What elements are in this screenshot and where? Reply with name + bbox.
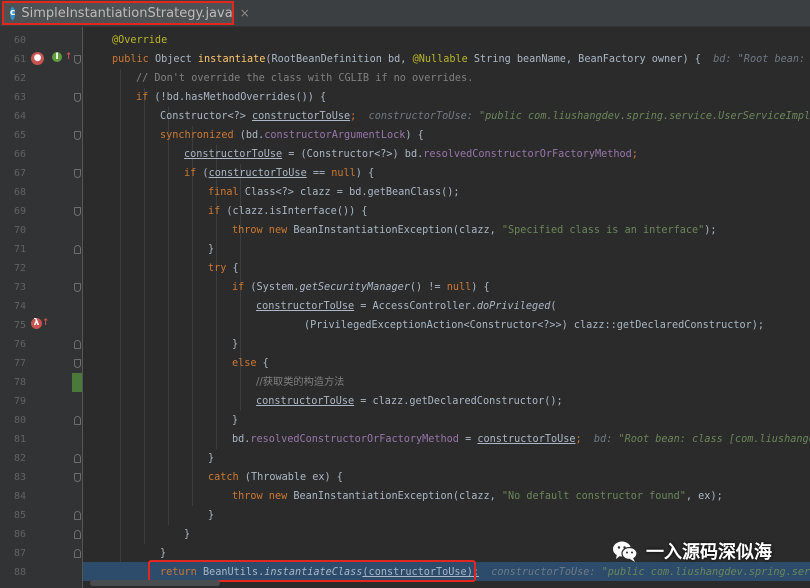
indent-guide <box>144 88 145 544</box>
line-number[interactable]: 62 <box>0 69 26 88</box>
line-number[interactable]: 65 <box>0 126 26 145</box>
line-number[interactable]: 66 <box>0 145 26 164</box>
fold-end-icon[interactable] <box>74 454 81 463</box>
line-number[interactable]: 85 <box>0 506 26 525</box>
code-line-68: final Class<?> clazz = bd.getBeanClass()… <box>208 187 460 198</box>
line-number[interactable]: 81 <box>0 430 26 449</box>
fold-start-icon[interactable] <box>74 207 81 216</box>
line-number[interactable]: 63 <box>0 88 26 107</box>
code-line-83: catch (Throwable ex) { <box>208 472 343 483</box>
implements-icon[interactable]: I <box>52 52 62 62</box>
fold-start-icon[interactable] <box>74 55 81 64</box>
indent-guide <box>120 69 121 563</box>
fold-end-icon[interactable] <box>74 416 81 425</box>
code-line-76: } <box>232 339 239 350</box>
code-line-86: } <box>184 529 191 540</box>
fold-end-icon[interactable] <box>74 549 81 558</box>
line-number[interactable]: 82 <box>0 449 26 468</box>
debug-inline-value: constructorToUse: <box>491 567 602 578</box>
code-line-75: (PrivilegedExceptionAction<Constructor<?… <box>304 320 765 331</box>
indent-guide <box>192 126 193 506</box>
code-line-70: throw new BeanInstantiationException(cla… <box>232 225 717 236</box>
code-line-73: if (System.getSecurityManager() != null)… <box>232 282 490 293</box>
code-line-67: if (constructorToUse == null) { <box>184 168 375 179</box>
tab-simple-instantiation-strategy[interactable]: c SimpleInstantiationStrategy.java × <box>2 1 250 25</box>
line-number[interactable]: 83 <box>0 468 26 487</box>
horizontal-scrollbar[interactable] <box>90 580 220 586</box>
line-number[interactable]: 88 <box>0 563 26 582</box>
debug-inline-value: bd: <box>593 434 619 445</box>
code-line-80: } <box>232 415 239 426</box>
override-up-arrow-icon[interactable]: ↑ <box>40 318 51 329</box>
line-number[interactable]: 86 <box>0 525 26 544</box>
highlight-box-return <box>148 560 476 582</box>
code-line-69: if (clazz.isInterface()) { <box>208 206 368 217</box>
line-number[interactable]: 78 <box>0 373 26 392</box>
code-line-63: if (!bd.hasMethodOverrides()) { <box>136 92 327 103</box>
code-line-62: // Don't override the class with CGLIB i… <box>136 73 474 84</box>
vcs-change-marker[interactable] <box>72 373 82 392</box>
line-number[interactable]: 75 <box>0 316 26 335</box>
code-line-77: else { <box>232 358 269 369</box>
line-number[interactable]: 77 <box>0 354 26 373</box>
line-number[interactable]: 67 <box>0 164 26 183</box>
tab-title: SimpleInstantiationStrategy.java <box>21 5 233 21</box>
code-line-79: constructorToUse = clazz.getDeclaredCons… <box>256 396 563 407</box>
code-line-66: constructorToUse = (Constructor<?>) bd.r… <box>184 149 638 160</box>
line-number[interactable]: 80 <box>0 411 26 430</box>
code-line-72: try { <box>208 263 239 274</box>
fold-start-icon[interactable] <box>74 359 81 368</box>
fold-end-icon[interactable] <box>74 245 81 254</box>
line-number[interactable]: 74 <box>0 297 26 316</box>
java-class-icon: c <box>10 6 16 20</box>
code-line-74: constructorToUse = AccessController.doPr… <box>256 301 557 312</box>
line-number[interactable]: 71 <box>0 240 26 259</box>
watermark: 一入源码深似海 <box>612 538 772 564</box>
indent-guide <box>168 107 169 525</box>
code-line-78: //获取类的构造方法 <box>256 377 345 388</box>
method-name: instantiate <box>197 54 266 65</box>
line-number[interactable]: 70 <box>0 221 26 240</box>
debug-inline-value: bd: "Root bean: cl <box>713 54 806 65</box>
code-line-84: throw new BeanInstantiationException(cla… <box>232 491 723 502</box>
code-line-61: public Object instantiate(RootBeanDefini… <box>112 50 810 69</box>
code-line-82: } <box>208 453 215 464</box>
fold-start-icon[interactable] <box>74 131 81 140</box>
line-number[interactable]: 84 <box>0 487 26 506</box>
line-number[interactable]: 79 <box>0 392 26 411</box>
line-number[interactable]: 76 <box>0 335 26 354</box>
line-number[interactable]: 61 <box>0 50 26 69</box>
fold-end-icon[interactable] <box>74 340 81 349</box>
fold-start-icon[interactable] <box>74 283 81 292</box>
line-number[interactable]: 68 <box>0 183 26 202</box>
code-line-64: Constructor<?> constructorToUse; constru… <box>160 111 810 122</box>
wechat-icon <box>612 539 638 563</box>
line-number[interactable]: 73 <box>0 278 26 297</box>
watermark-text: 一入源码深似海 <box>646 542 772 563</box>
debug-inline-value: constructorToUse: <box>368 111 479 122</box>
line-number[interactable]: 60 <box>0 31 26 50</box>
close-tab-icon[interactable]: × <box>240 6 250 20</box>
code-line-65: synchronized (bd.constructorArgumentLock… <box>160 130 424 141</box>
editor-tab-bar: c SimpleInstantiationStrategy.java × <box>0 0 810 27</box>
fold-end-icon[interactable] <box>74 530 81 539</box>
override-up-arrow-icon[interactable]: ↑ <box>63 52 74 63</box>
fold-start-icon[interactable] <box>74 169 81 178</box>
line-number[interactable]: 87 <box>0 544 26 563</box>
code-line-85: } <box>208 510 215 521</box>
fold-end-icon[interactable] <box>74 511 81 520</box>
code-line-60: @Override <box>112 35 168 46</box>
code-line-81: bd.resolvedConstructorOrFactoryMethod = … <box>232 434 810 445</box>
line-number[interactable]: 69 <box>0 202 26 221</box>
line-number[interactable]: 64 <box>0 107 26 126</box>
gutter[interactable]: 60 61 62 63 64 65 66 67 68 69 70 71 72 73 74 75 76 77 78 79… <box>0 27 82 588</box>
breakpoint-icon[interactable]: ● <box>31 52 44 65</box>
line-number[interactable]: 72 <box>0 259 26 278</box>
code-line-71: } <box>208 244 215 255</box>
fold-start-icon[interactable] <box>74 473 81 482</box>
fold-start-icon[interactable] <box>74 93 81 102</box>
ide-window: c SimpleInstantiationStrategy.java × 60 6… <box>0 0 810 588</box>
